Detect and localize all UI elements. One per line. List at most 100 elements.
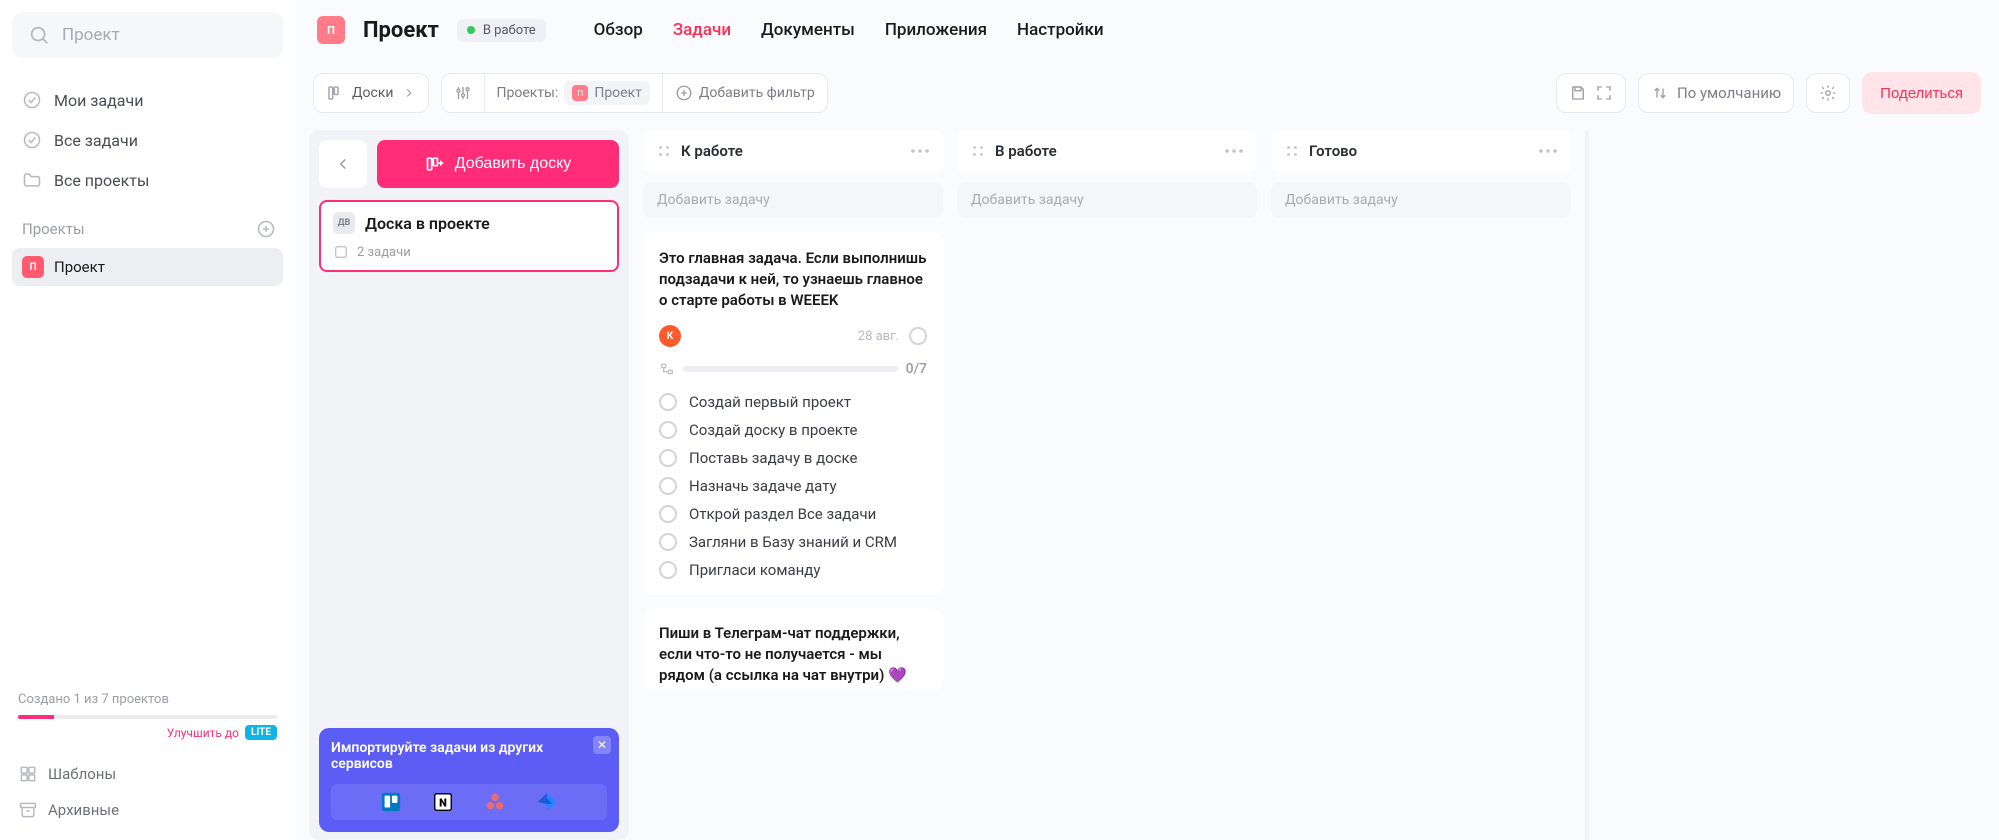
sort-selector[interactable]: По умолчанию (1638, 73, 1794, 113)
subtask-item[interactable]: Открой раздел Все задачи (659, 505, 927, 523)
task-count-icon (333, 244, 349, 260)
save-view-button[interactable] (1556, 73, 1626, 113)
column-in-progress: В работе Добавить задачу (957, 130, 1257, 840)
tab-apps[interactable]: Приложения (885, 20, 987, 40)
page-title: Проект (363, 18, 439, 43)
sort-icon (1651, 84, 1669, 102)
add-board-icon (425, 154, 445, 174)
task-title: Пиши в Телеграм-чат поддержки, если что-… (659, 623, 927, 686)
subtask-item[interactable]: Создай первый проект (659, 393, 927, 411)
tab-documents[interactable]: Документы (761, 20, 855, 40)
templates-icon (18, 764, 38, 784)
column-header[interactable]: В работе (957, 130, 1257, 172)
sidebar: Проект Мои задачи Все задачи Все проекты… (0, 0, 295, 840)
add-board-button[interactable]: Добавить доску (377, 140, 619, 188)
subtask-item[interactable]: Создай доску в проекте (659, 421, 927, 439)
subtask-item[interactable]: Загляни в Базу знаний и CRM (659, 533, 927, 551)
save-icon (1569, 84, 1587, 102)
add-project-icon[interactable] (257, 220, 275, 238)
scroll-edge (1585, 130, 1589, 840)
add-task-input[interactable]: Добавить задачу (1271, 182, 1571, 218)
board-list-panel: Добавить доску ДВ Доска в проекте 2 зада… (309, 130, 629, 840)
tab-settings[interactable]: Настройки (1017, 20, 1104, 40)
subtask-checkbox[interactable] (659, 505, 677, 523)
drag-handle-icon (1285, 144, 1299, 158)
chevron-right-icon (402, 86, 416, 100)
upgrade-link[interactable]: Улучшить до LITE (18, 725, 277, 740)
tab-tasks[interactable]: Задачи (673, 20, 731, 40)
share-button[interactable]: Поделиться (1862, 72, 1981, 114)
asana-icon[interactable] (483, 790, 507, 814)
notion-icon[interactable]: N (431, 790, 455, 814)
progress-bar (683, 366, 898, 372)
subtask-checkbox[interactable] (659, 421, 677, 439)
subtask-checkbox[interactable] (659, 561, 677, 579)
search-placeholder: Проект (62, 25, 120, 45)
trello-icon[interactable] (379, 790, 403, 814)
collapse-panel-button[interactable] (319, 140, 367, 188)
project-chip-badge: П (572, 85, 588, 101)
board-name: Доска в проекте (365, 214, 490, 233)
task-card[interactable]: Пиши в Телеграм-чат поддержки, если что-… (643, 609, 943, 690)
import-popup: ✕ Импортируйте задачи из других сервисов… (319, 728, 619, 832)
nav-templates[interactable]: Шаблоны (12, 756, 283, 792)
project-badge-icon: П (22, 256, 44, 278)
subtask-item[interactable]: Пригласи команду (659, 561, 927, 579)
add-task-input[interactable]: Добавить задачу (957, 182, 1257, 218)
drag-handle-icon (657, 144, 671, 158)
sidebar-project-item[interactable]: П Проект (12, 248, 283, 286)
column-done: Готово Добавить задачу (1271, 130, 1571, 840)
subtask-checkbox[interactable] (659, 477, 677, 495)
folder-icon (22, 170, 42, 190)
more-icon[interactable] (1225, 149, 1243, 153)
subtasks-list: Создай первый проект Создай доску в прое… (659, 393, 927, 579)
nav-archived[interactable]: Архивные (12, 792, 283, 828)
subtask-item[interactable]: Назначь задаче дату (659, 477, 927, 495)
progress-text: 0/7 (906, 361, 927, 377)
check-circle-icon (22, 90, 42, 110)
header-project-badge: П (317, 16, 345, 44)
task-complete-checkbox[interactable] (909, 327, 927, 345)
status-selector[interactable]: В работе (457, 19, 546, 42)
lite-badge: LITE (245, 725, 277, 740)
board-card[interactable]: ДВ Доска в проекте 2 задачи (319, 200, 619, 272)
usage-block: Создано 1 из 7 проектов Улучшить до LITE (12, 692, 283, 740)
gear-icon (1819, 84, 1837, 102)
status-dot-icon (467, 26, 475, 34)
archive-icon (18, 800, 38, 820)
filter-bar: Проекты: П Проект Добавить фильтр (441, 73, 828, 113)
sliders-icon (454, 84, 472, 102)
nav-all-tasks[interactable]: Все задачи (12, 122, 283, 158)
search-icon (28, 24, 50, 46)
task-card[interactable]: Это главная задача. Если выполнишь подза… (643, 232, 943, 595)
subtask-checkbox[interactable] (659, 393, 677, 411)
column-header[interactable]: К работе (643, 130, 943, 172)
settings-gear-button[interactable] (1806, 73, 1850, 113)
tab-overview[interactable]: Обзор (594, 20, 643, 40)
jira-icon[interactable] (535, 790, 559, 814)
board-icon (326, 84, 344, 102)
nav-all-projects[interactable]: Все проекты (12, 162, 283, 198)
add-filter-button[interactable]: Добавить фильтр (662, 74, 827, 112)
header: П Проект В работе Обзор Задачи Документы… (309, 10, 1985, 64)
svg-text:N: N (439, 797, 447, 810)
toolbar: Доски Проекты: П Проект Добавить фильтр (309, 64, 1985, 130)
more-icon[interactable] (911, 149, 929, 153)
close-icon[interactable]: ✕ (593, 736, 611, 754)
search-input[interactable]: Проект (12, 12, 283, 58)
chevron-left-icon (334, 155, 352, 173)
filter-settings-button[interactable] (442, 74, 484, 112)
column-header[interactable]: Готово (1271, 130, 1571, 172)
plus-circle-icon (675, 84, 693, 102)
subtask-item[interactable]: Поставь задачу в доске (659, 449, 927, 467)
nav-my-tasks[interactable]: Мои задачи (12, 82, 283, 118)
projects-filter[interactable]: Проекты: П Проект (484, 74, 662, 112)
subtask-checkbox[interactable] (659, 533, 677, 551)
main: П Проект В работе Обзор Задачи Документы… (295, 0, 1999, 840)
more-icon[interactable] (1539, 149, 1557, 153)
subtask-checkbox[interactable] (659, 449, 677, 467)
add-task-input[interactable]: Добавить задачу (643, 182, 943, 218)
column-todo: К работе Добавить задачу Это главная зад… (643, 130, 943, 840)
board-view-selector[interactable]: Доски (313, 73, 429, 113)
projects-header-label: Проекты (22, 220, 85, 238)
